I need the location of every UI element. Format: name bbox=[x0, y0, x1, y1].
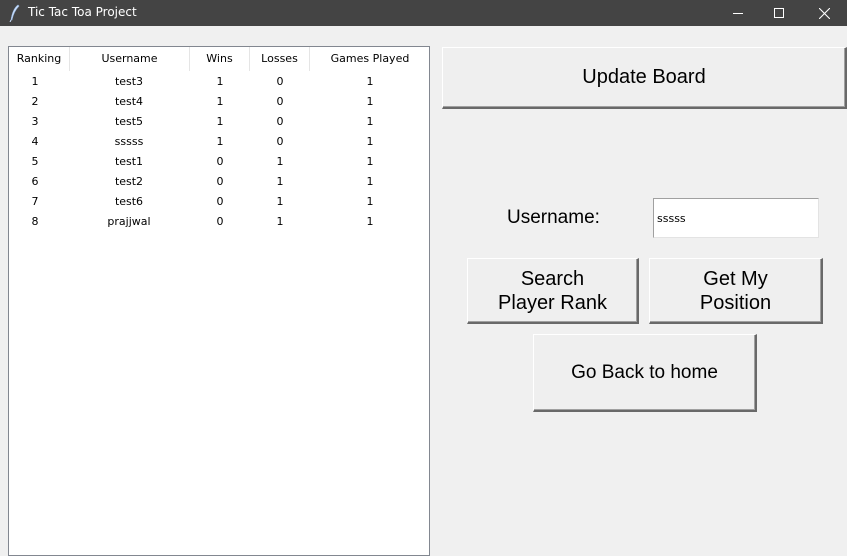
close-button[interactable] bbox=[801, 0, 847, 26]
cell-losses: 1 bbox=[276, 195, 284, 208]
column-header-username[interactable]: Username bbox=[70, 47, 190, 71]
cell-username: test1 bbox=[114, 155, 144, 168]
table-row[interactable]: 6 test2 0 1 1 bbox=[9, 172, 429, 192]
title-bar: Tic Tac Toa Project bbox=[0, 0, 847, 26]
username-label: Username: bbox=[507, 207, 600, 228]
search-player-rank-button[interactable]: Search Player Rank bbox=[467, 258, 639, 324]
update-board-label: Update Board bbox=[582, 66, 706, 88]
maximize-icon bbox=[774, 8, 784, 18]
cell-wins: 0 bbox=[216, 195, 224, 208]
cell-losses: 0 bbox=[276, 115, 284, 128]
cell-losses: 1 bbox=[276, 175, 284, 188]
cell-wins: 1 bbox=[216, 115, 224, 128]
cell-games-played: 1 bbox=[366, 175, 374, 188]
cell-username: test3 bbox=[114, 75, 144, 88]
cell-wins: 0 bbox=[216, 155, 224, 168]
table-row[interactable]: 8 prajjwal 0 1 1 bbox=[9, 212, 429, 232]
cell-username: test2 bbox=[114, 175, 144, 188]
cell-losses: 1 bbox=[276, 215, 284, 228]
cell-losses: 0 bbox=[276, 75, 284, 88]
window-title: Tic Tac Toa Project bbox=[28, 5, 137, 19]
table-row[interactable]: 7 test6 0 1 1 bbox=[9, 192, 429, 212]
cell-games-played: 1 bbox=[366, 135, 374, 148]
cell-games-played: 1 bbox=[366, 195, 374, 208]
table-row[interactable]: 5 test1 0 1 1 bbox=[9, 152, 429, 172]
cell-wins: 0 bbox=[216, 215, 224, 228]
go-back-home-button[interactable]: Go Back to home bbox=[533, 334, 757, 412]
cell-games-played: 1 bbox=[366, 75, 374, 88]
maximize-button[interactable] bbox=[756, 0, 802, 26]
cell-ranking: 1 bbox=[31, 75, 39, 88]
get-my-position-label: Get My Position bbox=[699, 267, 772, 314]
cell-games-played: 1 bbox=[366, 115, 374, 128]
column-header-games-played[interactable]: Games Played bbox=[310, 47, 430, 71]
cell-ranking: 6 bbox=[31, 175, 39, 188]
cell-losses: 0 bbox=[276, 135, 284, 148]
feather-icon bbox=[8, 4, 22, 23]
column-header-losses[interactable]: Losses bbox=[250, 47, 310, 71]
update-board-button[interactable]: Update Board bbox=[442, 47, 847, 109]
cell-ranking: 7 bbox=[31, 195, 39, 208]
cell-wins: 0 bbox=[216, 175, 224, 188]
table-row[interactable]: 1 test3 1 0 1 bbox=[9, 72, 429, 92]
cell-ranking: 3 bbox=[31, 115, 39, 128]
cell-wins: 1 bbox=[216, 95, 224, 108]
cell-username: test5 bbox=[114, 115, 144, 128]
cell-ranking: 4 bbox=[31, 135, 39, 148]
cell-username: test6 bbox=[114, 195, 144, 208]
table-row[interactable]: 2 test4 1 0 1 bbox=[9, 92, 429, 112]
column-header-wins[interactable]: Wins bbox=[190, 47, 250, 71]
search-player-rank-label: Search Player Rank bbox=[498, 267, 607, 314]
cell-ranking: 2 bbox=[31, 95, 39, 108]
minimize-button[interactable] bbox=[715, 0, 761, 26]
table-row[interactable]: 4 sssss 1 0 1 bbox=[9, 132, 429, 152]
cell-games-played: 1 bbox=[366, 215, 374, 228]
cell-ranking: 5 bbox=[31, 155, 39, 168]
column-header-ranking[interactable]: Ranking bbox=[9, 47, 70, 71]
username-input[interactable] bbox=[653, 198, 819, 238]
go-back-home-label: Go Back to home bbox=[571, 361, 718, 383]
table-row[interactable]: 3 test5 1 0 1 bbox=[9, 112, 429, 132]
minimize-icon bbox=[733, 8, 743, 18]
table-header: Ranking Username Wins Losses Games Playe… bbox=[9, 47, 429, 71]
cell-username: prajjwal bbox=[107, 215, 151, 228]
get-my-position-button[interactable]: Get My Position bbox=[649, 258, 823, 324]
cell-losses: 1 bbox=[276, 155, 284, 168]
cell-username: test4 bbox=[114, 95, 144, 108]
cell-losses: 0 bbox=[276, 95, 284, 108]
close-icon bbox=[818, 7, 830, 19]
cell-username: sssss bbox=[114, 135, 144, 148]
cell-wins: 1 bbox=[216, 135, 224, 148]
leaderboard-table[interactable]: Ranking Username Wins Losses Games Playe… bbox=[8, 46, 430, 556]
cell-games-played: 1 bbox=[366, 155, 374, 168]
cell-games-played: 1 bbox=[366, 95, 374, 108]
cell-ranking: 8 bbox=[31, 215, 39, 228]
cell-wins: 1 bbox=[216, 75, 224, 88]
